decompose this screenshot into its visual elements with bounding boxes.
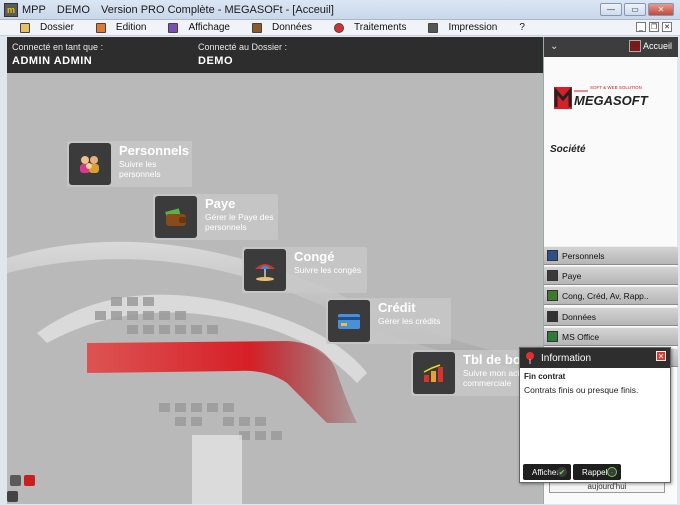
- rp-item-ms-office[interactable]: MS Office: [544, 327, 678, 346]
- societe-label: Société: [550, 144, 586, 155]
- home-icon: [628, 40, 641, 52]
- home-canvas: Connecté en tant que : ADMIN ADMIN Conne…: [7, 37, 543, 504]
- menu-label: Données: [272, 22, 313, 33]
- bar-chart-icon: [413, 352, 455, 394]
- close-button[interactable]: ✕: [648, 3, 674, 16]
- user-status-icon[interactable]: [10, 475, 21, 486]
- process-icon: [334, 22, 345, 33]
- menu-edition[interactable]: Edition: [95, 22, 147, 33]
- menu-impression[interactable]: Impression: [428, 22, 497, 33]
- title-bar: m MPP DEMO Version PRO Complète - MEGASO…: [0, 0, 680, 20]
- credit-card-icon: [328, 300, 370, 342]
- window-controls: — ▭ ✕: [600, 3, 674, 16]
- menu-donnees[interactable]: Données: [252, 22, 312, 33]
- rp-item-conges[interactable]: Cong, Créd, Av, Rapp..: [544, 286, 678, 305]
- minimize-button[interactable]: —: [600, 3, 622, 16]
- check-icon: ✔: [557, 467, 567, 477]
- logo-tagline: SOFT & WEB SOLUTION: [590, 85, 642, 90]
- mdi-close-button[interactable]: ✕: [662, 22, 672, 32]
- tile-title: Crédit: [378, 300, 416, 315]
- title-version: Version PRO Complète - MEGASOFt - [Acceu…: [100, 3, 334, 16]
- beach-umbrella-icon: [244, 249, 286, 291]
- wallet-icon: [155, 196, 197, 238]
- tile-title: Personnels: [119, 143, 190, 158]
- afficher-button[interactable]: Afficher ✔: [523, 464, 571, 480]
- tile-subtitle: Gérer les crédits: [378, 316, 441, 326]
- close-icon[interactable]: ✕: [656, 351, 666, 361]
- rp-item-donnees[interactable]: Données: [544, 307, 678, 326]
- grid-view-icon: [168, 22, 179, 33]
- mdi-restore-button[interactable]: ❐: [649, 22, 659, 32]
- calendar-small-icon: [547, 290, 558, 301]
- menu-bar: Dossier Edition Affichage Données Traite…: [0, 20, 680, 36]
- rp-item-label: Cong, Créd, Av, Rapp..: [562, 290, 649, 301]
- connection-info-bar: Connecté en tant que : ADMIN ADMIN Conne…: [7, 37, 543, 73]
- menu-label: Impression: [448, 22, 498, 33]
- rp-item-label: Personnels: [562, 250, 605, 261]
- user-value: ADMIN ADMIN: [12, 55, 93, 67]
- taskbar-user-icon[interactable]: [7, 491, 18, 502]
- alert-status-icon[interactable]: [24, 475, 35, 486]
- user-label: Connecté en tant que :: [12, 42, 104, 52]
- menu-label: Affichage: [188, 22, 230, 33]
- rp-item-label: MS Office: [562, 331, 600, 342]
- information-popup: Information ✕ Fin contrat Contrats finis…: [519, 347, 671, 483]
- mdi-minimize-button[interactable]: _: [636, 22, 646, 32]
- clock-icon: ·: [607, 467, 617, 477]
- tile-credit[interactable]: Crédit Gérer les crédits: [326, 298, 451, 344]
- menu-traitements[interactable]: Traitements: [334, 22, 406, 33]
- excel-small-icon: [547, 331, 558, 342]
- wallet-small-icon: [547, 270, 558, 281]
- tile-conge[interactable]: Congé Suivre les congés: [242, 247, 367, 293]
- pin-icon: [526, 352, 534, 364]
- popup-subtitle: Fin contrat: [524, 372, 566, 381]
- menu-help[interactable]: ?: [519, 22, 525, 33]
- rappel-label: Rappel: [582, 467, 608, 477]
- afficher-label: Afficher: [532, 467, 559, 477]
- home-button[interactable]: Accueil: [628, 40, 672, 52]
- logo-text: MEGASOFT: [574, 93, 649, 108]
- tile-subtitle: Gérer le Paye des personnels: [205, 212, 274, 232]
- rp-item-paye[interactable]: Paye: [544, 266, 678, 285]
- people-icon: [69, 143, 111, 185]
- menu-label: Traitements: [354, 22, 407, 33]
- menu-label: ?: [519, 22, 525, 33]
- menu-dossier[interactable]: Dossier: [20, 22, 74, 33]
- popup-message: Contrats finis ou presque finis.: [524, 385, 639, 395]
- tile-title: Paye: [205, 196, 236, 211]
- maximize-button[interactable]: ▭: [624, 3, 646, 16]
- popup-header: Information ✕: [520, 348, 670, 368]
- menu-label: Dossier: [40, 22, 74, 33]
- edit-icon: [95, 22, 106, 33]
- title-app: MPP: [22, 3, 46, 16]
- database-icon: [252, 22, 262, 33]
- window-title: MPP DEMO Version PRO Complète - MEGASOFt…: [22, 4, 342, 16]
- tile-title: Congé: [294, 249, 335, 264]
- people-small-icon: [547, 250, 558, 261]
- rp-item-label: Paye: [562, 270, 582, 281]
- folder-icon: [20, 22, 30, 33]
- popup-title: Information: [541, 352, 592, 364]
- rappel-button[interactable]: Rappel ·: [573, 464, 621, 480]
- mpp-logo-icon: m: [4, 2, 18, 17]
- right-panel-header: ⌄ Accueil: [544, 37, 678, 57]
- menu-label: Edition: [115, 22, 147, 33]
- database-small-icon: [547, 311, 558, 322]
- home-label: Accueil: [642, 41, 672, 51]
- folder-value: DEMO: [198, 55, 233, 67]
- menu-affichage[interactable]: Affichage: [168, 22, 230, 33]
- tile-paye[interactable]: Paye Gérer le Paye des personnels: [153, 194, 278, 240]
- mdi-controls: _ ❐ ✕: [636, 22, 672, 32]
- tile-subtitle: Suivre les personnels: [119, 159, 161, 179]
- chevron-down-icon[interactable]: ⌄: [550, 41, 558, 52]
- title-dossier: DEMO: [56, 3, 90, 16]
- printer-icon: [428, 22, 439, 33]
- folder-label: Connecté au Dossier :: [198, 42, 288, 52]
- tile-subtitle: Suivre les congés: [294, 265, 362, 275]
- tile-personnels[interactable]: Personnels Suivre les personnels: [67, 141, 192, 187]
- rp-item-label: Données: [562, 311, 597, 322]
- rp-item-personnels[interactable]: Personnels: [544, 246, 678, 265]
- megasoft-logo: MEGASOFT SOFT & WEB SOLUTION: [554, 85, 649, 109]
- tile-title: Tbl de bo: [463, 352, 521, 367]
